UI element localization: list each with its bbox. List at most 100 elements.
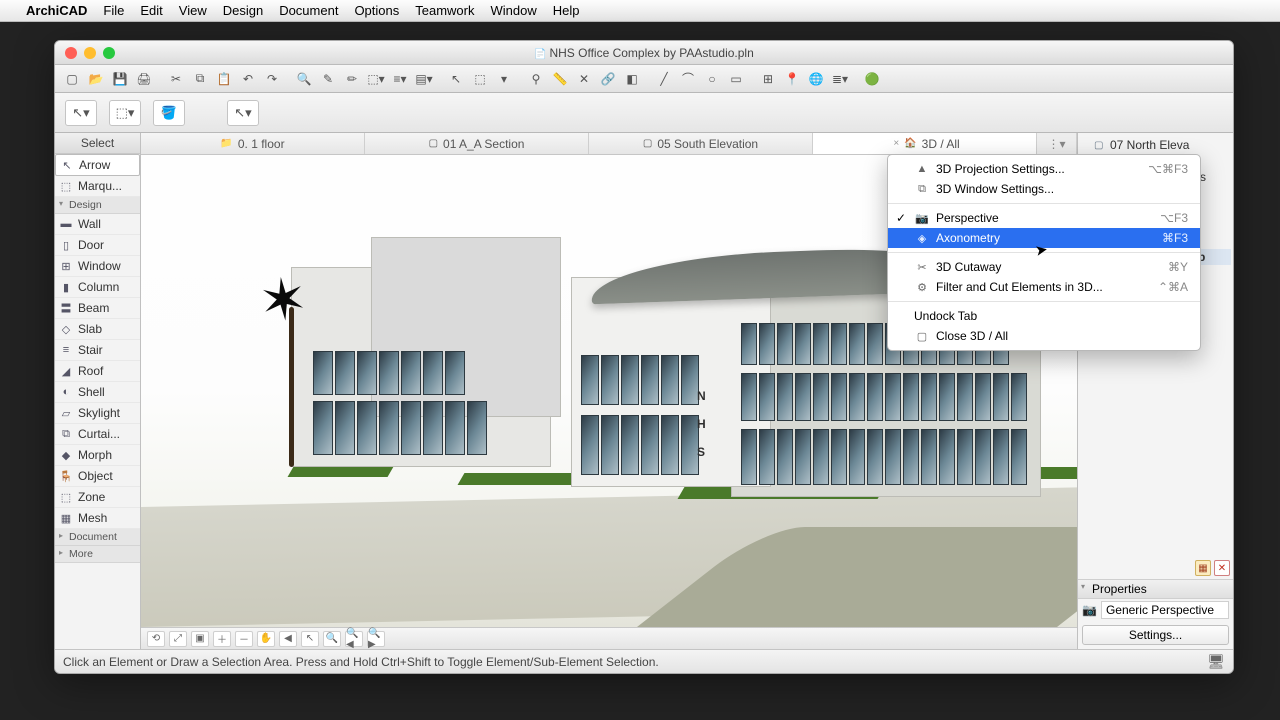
window-zoom-button[interactable] xyxy=(103,47,115,59)
tool-object[interactable]: 🪑Object xyxy=(55,466,140,487)
zoom-next-icon[interactable]: 🔍▶ xyxy=(367,631,385,647)
tool-curtain[interactable]: ⧉Curtai... xyxy=(55,424,140,445)
menu-window[interactable]: Window xyxy=(491,3,537,18)
print-icon[interactable]: 🖨 xyxy=(133,69,155,89)
menu-teamwork[interactable]: Teamwork xyxy=(415,3,474,18)
nav-item[interactable]: ▢07 North Eleva xyxy=(1080,137,1231,153)
tool-stair[interactable]: ≡Stair xyxy=(55,340,140,361)
paint-bucket-button[interactable]: 🪣 xyxy=(153,100,185,126)
ruler-icon[interactable]: 📏 xyxy=(549,69,571,89)
zoom-icon[interactable]: 🔍 xyxy=(293,69,315,89)
window-minimize-button[interactable] xyxy=(84,47,96,59)
menu-perspective[interactable]: ✓📷Perspective⌥F3 xyxy=(888,208,1200,228)
app-name[interactable]: ArchiCAD xyxy=(26,3,87,18)
tool-morph[interactable]: ◆Morph xyxy=(55,445,140,466)
status-right-icon[interactable]: 🖥 xyxy=(1207,653,1225,670)
circle-icon[interactable]: ○ xyxy=(701,69,723,89)
paste-icon[interactable]: 📋 xyxy=(213,69,235,89)
redo-icon[interactable]: ↷ xyxy=(261,69,283,89)
tool-slab[interactable]: ◇Slab xyxy=(55,319,140,340)
prev-view-icon[interactable]: ◀ xyxy=(279,631,297,647)
menu-document[interactable]: Document xyxy=(279,3,338,18)
tool-shell[interactable]: ◐Shell xyxy=(55,382,140,403)
menu-close-3d[interactable]: ▢Close 3D / All xyxy=(888,326,1200,346)
dropdown4-icon[interactable]: ▾ xyxy=(493,69,515,89)
pin-icon[interactable]: 📍 xyxy=(781,69,803,89)
tab-close-icon[interactable]: × xyxy=(893,138,899,149)
toolbox-header-document[interactable]: Document xyxy=(55,529,140,546)
new-doc-icon[interactable]: ▢ xyxy=(61,69,83,89)
tool-door[interactable]: ▯Door xyxy=(55,235,140,256)
menu-undock-tab[interactable]: Undock Tab xyxy=(888,306,1200,326)
tool-window[interactable]: ⊞Window xyxy=(55,256,140,277)
dropdown1-icon[interactable]: ⬚▾ xyxy=(365,69,387,89)
tab-section[interactable]: ▢01 A_A Section xyxy=(365,133,589,154)
property-value[interactable]: Generic Perspective xyxy=(1101,601,1229,619)
globe-icon[interactable]: 🌐 xyxy=(805,69,827,89)
save-icon[interactable]: 💾 xyxy=(109,69,131,89)
rect-icon[interactable]: ▭ xyxy=(725,69,747,89)
tool-skylight[interactable]: ▱Skylight xyxy=(55,403,140,424)
menu-help[interactable]: Help xyxy=(553,3,580,18)
misc1-icon[interactable]: ◧ xyxy=(621,69,643,89)
menu-view[interactable]: View xyxy=(179,3,207,18)
toolbox-header-design[interactable]: Design xyxy=(55,197,140,214)
tab-overflow-button[interactable]: ⋮▾ xyxy=(1037,133,1077,154)
refresh-icon[interactable]: 🟢 xyxy=(861,69,883,89)
tab-elevation[interactable]: ▢05 South Elevation xyxy=(589,133,813,154)
panel-close-button[interactable]: ✕ xyxy=(1214,560,1230,576)
x-icon[interactable]: ✕ xyxy=(573,69,595,89)
grid-icon[interactable]: ⊞ xyxy=(757,69,779,89)
zoom-window-icon[interactable]: ▣ xyxy=(191,631,209,647)
properties-header[interactable]: Properties xyxy=(1078,579,1233,599)
arc-icon[interactable]: ⌒ xyxy=(677,69,699,89)
menu-3d-cutaway[interactable]: ✂3D Cutaway⌘Y xyxy=(888,257,1200,277)
fit-icon[interactable]: ⤢ xyxy=(169,631,187,647)
line-icon[interactable]: ╱ xyxy=(653,69,675,89)
link-icon[interactable]: 🔗 xyxy=(597,69,619,89)
panel-button[interactable]: ▦ xyxy=(1195,560,1211,576)
pointer-view-icon[interactable]: ↖ xyxy=(301,631,319,647)
tab-floor[interactable]: 📁0. 1 floor xyxy=(141,133,365,154)
menu-filter-cut[interactable]: ⚙Filter and Cut Elements in 3D...⌃⌘A xyxy=(888,277,1200,297)
layers-icon[interactable]: ≣▾ xyxy=(829,69,851,89)
cut-icon[interactable]: ✂ xyxy=(165,69,187,89)
selection-mode-button[interactable]: ↖▾ xyxy=(65,100,97,126)
zoom-out-icon[interactable]: － xyxy=(235,631,253,647)
zoom-in-icon[interactable]: ＋ xyxy=(213,631,231,647)
select-icon[interactable]: ⬚ xyxy=(469,69,491,89)
magnet-icon[interactable]: ⚲ xyxy=(525,69,547,89)
pan-icon[interactable]: ✋ xyxy=(257,631,275,647)
menu-axonometry[interactable]: ◈Axonometry⌘F3 xyxy=(888,228,1200,248)
tool-marquee[interactable]: ⬚Marqu... xyxy=(55,176,140,197)
tab-3d[interactable]: ×🏠3D / All xyxy=(813,133,1037,154)
menu-3d-window-settings[interactable]: ⧉3D Window Settings... xyxy=(888,179,1200,199)
highlighter-icon[interactable]: ✏ xyxy=(341,69,363,89)
tool-column[interactable]: ▮Column xyxy=(55,277,140,298)
zoom-prev-icon[interactable]: 🔍◀ xyxy=(345,631,363,647)
tool-beam[interactable]: 〓Beam xyxy=(55,298,140,319)
tool-wall[interactable]: ▬Wall xyxy=(55,214,140,235)
tool-mesh[interactable]: ▦Mesh xyxy=(55,508,140,529)
settings-button[interactable]: Settings... xyxy=(1082,625,1229,645)
open-icon[interactable]: 📂 xyxy=(85,69,107,89)
pencil-icon[interactable]: ✎ xyxy=(317,69,339,89)
tool-zone[interactable]: ⬚Zone xyxy=(55,487,140,508)
marquee-mode-button[interactable]: ⬚▾ xyxy=(109,100,141,126)
menu-3d-projection-settings[interactable]: ▲3D Projection Settings...⌥⌘F3 xyxy=(888,159,1200,179)
arrow-mode-button[interactable]: ↖▾ xyxy=(227,100,259,126)
toolbox-header-more[interactable]: More xyxy=(55,546,140,563)
menu-file[interactable]: File xyxy=(103,3,124,18)
tool-arrow[interactable]: ↖Arrow xyxy=(55,154,140,176)
menu-options[interactable]: Options xyxy=(354,3,399,18)
orbit-icon[interactable]: ⟲ xyxy=(147,631,165,647)
menu-edit[interactable]: Edit xyxy=(140,3,162,18)
dropdown3-icon[interactable]: ▤▾ xyxy=(413,69,435,89)
tool-roof[interactable]: ◢Roof xyxy=(55,361,140,382)
menu-design[interactable]: Design xyxy=(223,3,263,18)
cursor-icon[interactable]: ↖ xyxy=(445,69,467,89)
zoom-100-icon[interactable]: 🔍 xyxy=(323,631,341,647)
dropdown2-icon[interactable]: ≡▾ xyxy=(389,69,411,89)
undo-icon[interactable]: ↶ xyxy=(237,69,259,89)
copy-icon[interactable]: ⧉ xyxy=(189,69,211,89)
